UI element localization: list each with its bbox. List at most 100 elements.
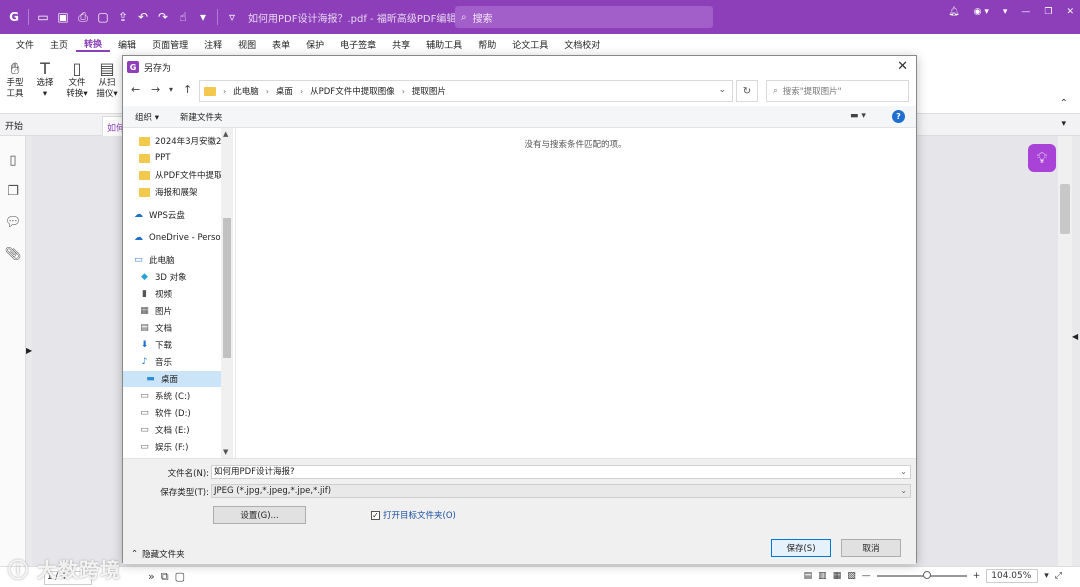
facing-icon[interactable]: ▧ xyxy=(847,571,856,581)
dropdown-icon[interactable]: ▾ xyxy=(193,7,213,27)
nav-item[interactable]: ▭ 系统 (C:) xyxy=(139,388,190,404)
breadcrumb-extract-folder[interactable]: 从PDF文件中提取图像 xyxy=(310,85,395,97)
view-options-icon[interactable]: ▬ ▾ xyxy=(850,111,866,121)
navigation-scrollbar[interactable]: ▲ ▼ xyxy=(221,128,233,458)
vertical-scrollbar[interactable] xyxy=(1058,136,1072,566)
chevron-up-icon[interactable]: ⌃ xyxy=(1060,98,1068,109)
refresh-icon[interactable]: ↻ xyxy=(736,80,758,102)
file-convert-button[interactable]: ▯ 文件 转换▾ xyxy=(66,58,88,100)
menu-comment[interactable]: 注释 xyxy=(196,38,230,51)
menu-help[interactable]: 帮助 xyxy=(470,38,504,51)
minimize-icon[interactable]: — xyxy=(1021,7,1030,17)
dialog-close-icon[interactable]: ✕ xyxy=(897,59,908,74)
filename-dropdown-icon[interactable]: ⌄ xyxy=(900,466,907,478)
back-arrow-icon[interactable]: ← xyxy=(131,83,140,96)
export-icon[interactable]: ⇪ xyxy=(113,7,133,27)
scan-button[interactable]: ▤ 从扫 描仪▾ xyxy=(96,58,118,100)
open-folder-checkbox[interactable]: ✓ 打开目标文件夹(O) xyxy=(371,509,456,521)
menu-home[interactable]: 主页 xyxy=(42,38,76,51)
zoom-in-icon[interactable]: + xyxy=(973,571,981,581)
cancel-button[interactable]: 取消 xyxy=(841,539,901,557)
menu-protect[interactable]: 保护 xyxy=(298,38,332,51)
tab-list-icon[interactable]: ▾ xyxy=(1061,119,1066,129)
nav-item[interactable]: ▭ 此电脑 xyxy=(133,252,174,268)
menu-e-signature[interactable]: 电子签章 xyxy=(332,38,384,51)
nav-item[interactable]: PPT xyxy=(139,150,170,166)
filename-input[interactable]: 如何用PDF设计海报? ⌄ xyxy=(211,465,911,479)
select-tool-button[interactable]: T 选择 ▾ xyxy=(34,58,56,100)
nav-item[interactable]: ◆ 3D 对象 xyxy=(139,269,187,285)
zoom-level[interactable]: 104.05% xyxy=(986,569,1039,583)
filetype-dropdown-icon[interactable]: ⌄ xyxy=(900,485,907,497)
page-icon[interactable]: ▢ xyxy=(175,570,185,584)
close-icon[interactable]: ✕ xyxy=(1066,7,1074,17)
two-page-icon[interactable]: ▦ xyxy=(833,571,842,581)
user-icon[interactable]: ◉ ▾ xyxy=(974,7,989,17)
menu-file[interactable]: 文件 xyxy=(8,38,42,51)
hand-mode-icon[interactable]: ☝ xyxy=(173,7,193,27)
menu-page-manage[interactable]: 页面管理 xyxy=(144,38,196,51)
bell-icon[interactable]: 🔔︎ xyxy=(948,7,959,17)
address-bar[interactable]: › 此电脑 › 桌面 › 从PDF文件中提取图像 › 提取图片 ⌄ xyxy=(199,80,733,102)
save-icon[interactable]: ▣ xyxy=(53,7,73,27)
expand-right-panel-icon[interactable]: ◀ xyxy=(1072,332,1078,341)
next-page-icon[interactable]: » xyxy=(148,570,155,584)
nav-item[interactable]: 海报和展架 xyxy=(139,184,198,200)
zoom-slider[interactable] xyxy=(876,571,967,579)
recent-dropdown-icon[interactable]: ▾ xyxy=(169,85,173,94)
menu-edit[interactable]: 编辑 xyxy=(110,38,144,51)
nav-item[interactable]: ▮ 视频 xyxy=(139,286,172,302)
scrollbar-thumb[interactable] xyxy=(1060,184,1070,234)
nav-item[interactable]: ▤ 文档 xyxy=(139,320,172,336)
fullscreen-icon[interactable]: ⤢ xyxy=(1055,571,1062,581)
folder-search-input[interactable]: ⌕ 搜索"提取图片" xyxy=(766,80,909,102)
scroll-up-icon[interactable]: ▲ xyxy=(223,130,228,138)
new-file-icon[interactable]: ▢ xyxy=(93,7,113,27)
undo-icon[interactable]: ↶ xyxy=(133,7,153,27)
breadcrumb-extract-images[interactable]: 提取图片 xyxy=(412,85,446,97)
nav-item[interactable]: ▭ 文档 (E:) xyxy=(139,422,189,438)
nav-item[interactable]: ⬇ 下载 xyxy=(139,337,172,353)
scrollbar-thumb[interactable] xyxy=(223,218,231,358)
forward-arrow-icon[interactable]: → xyxy=(151,83,160,96)
customize-icon[interactable]: ▿ xyxy=(222,7,242,27)
nav-item[interactable]: 2024年3月安徽2 xyxy=(139,133,221,149)
continuous-icon[interactable]: ▥ xyxy=(818,571,827,581)
bookmark-icon[interactable]: ▯ xyxy=(5,152,21,168)
lightbulb-icon[interactable]: 💡︎ xyxy=(1028,144,1056,172)
up-arrow-icon[interactable]: ↑ xyxy=(183,83,192,96)
single-page-icon[interactable]: ▤ xyxy=(804,571,813,581)
app-logo-icon[interactable]: G xyxy=(4,7,24,27)
restore-icon[interactable]: ❐ xyxy=(1044,7,1052,17)
menu-convert[interactable]: 转换 xyxy=(76,37,111,52)
more-icon[interactable]: ▾ xyxy=(1003,7,1008,17)
hand-tool-button[interactable]: ✋︎ 手型 工具 xyxy=(4,58,26,100)
menu-view[interactable]: 视图 xyxy=(230,38,264,51)
nav-item[interactable]: ☁ OneDrive - Perso xyxy=(133,230,221,246)
new-folder-button[interactable]: 新建文件夹 xyxy=(180,111,223,123)
menu-proofread[interactable]: 文档校对 xyxy=(556,38,608,51)
pages-icon[interactable]: ❐ xyxy=(5,183,21,199)
nav-item[interactable]: ▭ 娱乐 (F:) xyxy=(139,439,188,455)
zoom-out-icon[interactable]: — xyxy=(862,571,871,581)
save-button[interactable]: 保存(S) xyxy=(771,539,831,557)
menu-share[interactable]: 共享 xyxy=(384,38,418,51)
zoom-dropdown-icon[interactable]: ▾ xyxy=(1044,571,1049,581)
organize-button[interactable]: 组织 ▾ xyxy=(135,111,159,123)
nav-item[interactable]: ☁ WPS云盘 xyxy=(133,207,185,223)
menu-form[interactable]: 表单 xyxy=(264,38,298,51)
page-copy-icon[interactable]: ⧉ xyxy=(161,570,169,584)
zoom-slider-knob[interactable] xyxy=(922,571,931,579)
checkbox-checked-icon[interactable]: ✓ xyxy=(371,510,380,520)
nav-item[interactable]: ♪ 音乐 xyxy=(139,354,172,370)
nav-item[interactable]: 从PDF文件中提取 xyxy=(139,167,223,183)
nav-item[interactable]: ▭ 软件 (D:) xyxy=(139,405,191,421)
scroll-down-icon[interactable]: ▼ xyxy=(223,448,228,456)
menu-accessibility[interactable]: 辅助工具 xyxy=(418,38,470,51)
global-search-input[interactable]: ⌕ 搜索 xyxy=(455,6,713,28)
address-dropdown-icon[interactable]: ⌄ xyxy=(718,85,726,95)
hide-folders-toggle[interactable]: ⌃ 隐藏文件夹 xyxy=(131,548,185,560)
filetype-select[interactable]: JPEG (*.jpg,*.jpeg,*.jpe,*.jif) ⌄ xyxy=(211,484,911,498)
tab-start[interactable]: 开始 xyxy=(5,119,23,132)
menu-thesis-tools[interactable]: 论文工具 xyxy=(504,38,556,51)
